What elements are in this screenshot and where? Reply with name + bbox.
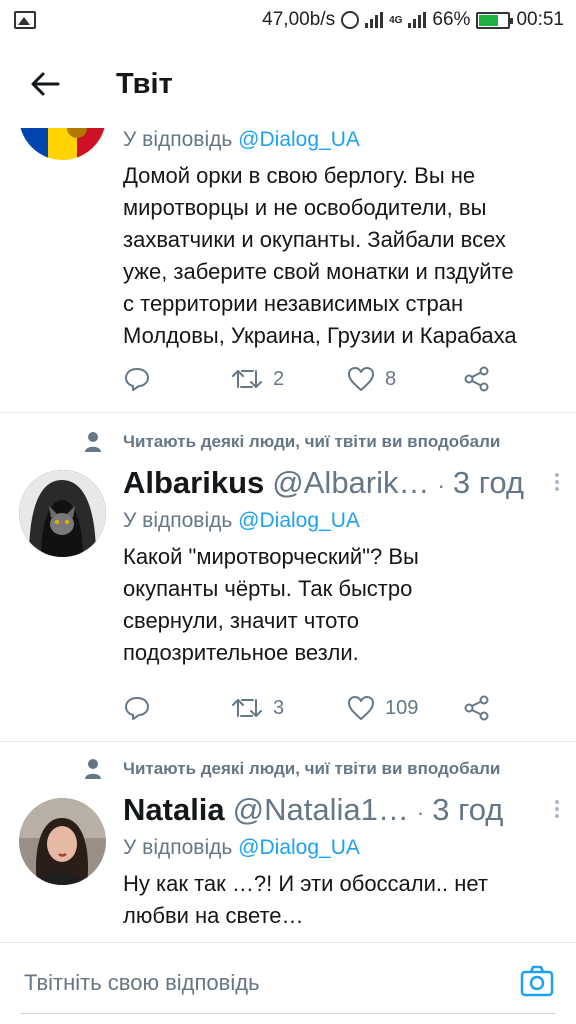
page-title: Твіт bbox=[116, 67, 173, 100]
separator-dot: · bbox=[416, 800, 425, 825]
camera-button[interactable] bbox=[520, 965, 554, 1002]
signal-icon bbox=[365, 12, 384, 28]
retweet-button[interactable]: 2 bbox=[231, 367, 284, 391]
like-button[interactable]: 8 bbox=[347, 366, 396, 392]
flag-avatar-icon bbox=[19, 128, 106, 160]
camera-icon bbox=[520, 965, 554, 997]
timestamp: 3 год bbox=[452, 465, 524, 500]
back-arrow-icon bbox=[31, 72, 60, 96]
tweet-text: Домой орки в свою берлогу. Вы не миротво… bbox=[123, 163, 517, 348]
heart-icon bbox=[348, 367, 374, 391]
display-name[interactable]: Natalia bbox=[123, 792, 225, 828]
mention-link[interactable]: @Dialog_UA bbox=[238, 836, 360, 859]
retweet-count: 2 bbox=[273, 367, 285, 390]
reply-context: У відповідь @Dialog_UA bbox=[123, 832, 563, 864]
tweet-actions: 2 8 bbox=[123, 361, 543, 397]
timestamp: 3 год bbox=[432, 792, 504, 827]
reply-prefix: У відповідь bbox=[123, 128, 233, 151]
avatar[interactable] bbox=[19, 470, 106, 557]
share-icon bbox=[464, 366, 489, 392]
reply-icon bbox=[125, 697, 149, 720]
status-bar: 47,00b/s 4G 66% 00:51 bbox=[0, 0, 576, 40]
reply-button[interactable] bbox=[123, 366, 151, 392]
tweet-header: Natalia @Natalia1… · 3 год bbox=[123, 792, 563, 832]
share-button[interactable] bbox=[463, 366, 491, 392]
more-options-icon[interactable] bbox=[545, 800, 569, 818]
social-context-text: Читають деякі люди, чиї твіти ви вподоба… bbox=[123, 432, 501, 451]
like-count: 8 bbox=[385, 367, 397, 390]
replies-feed: У відповідь @Dialog_UA Домой орки в свою… bbox=[0, 128, 576, 942]
person-icon bbox=[85, 432, 101, 452]
reply-context: У відповідь @Dialog_UA bbox=[123, 505, 563, 537]
clock: 00:51 bbox=[516, 9, 564, 30]
avatar[interactable] bbox=[19, 128, 106, 160]
tweet-header: Albarikus @Albarik… · 3 год bbox=[123, 465, 563, 505]
tweet-actions: 3 109 bbox=[123, 690, 543, 726]
app-bar: Твіт bbox=[0, 40, 576, 128]
network-type: 4G bbox=[389, 14, 403, 26]
retweet-icon bbox=[232, 699, 262, 717]
social-context: Читають деякі люди, чиї твіти ви вподоба… bbox=[0, 754, 576, 784]
retweet-count: 3 bbox=[273, 696, 285, 719]
mention-link[interactable]: @Dialog_UA bbox=[238, 128, 360, 151]
share-button[interactable] bbox=[463, 695, 491, 721]
reply-icon bbox=[125, 368, 149, 391]
avatar[interactable] bbox=[19, 798, 106, 885]
social-context: Читають деякі люди, чиї твіти ви вподоба… bbox=[0, 427, 576, 457]
reply-input[interactable]: Твітніть свою відповідь bbox=[24, 970, 260, 996]
separator-dot: · bbox=[437, 473, 445, 498]
back-button[interactable] bbox=[0, 40, 90, 128]
reply-context: У відповідь @Dialog_UA bbox=[123, 128, 563, 156]
tweet-text: Какой "миротворческий"? Вы окупанты чёрт… bbox=[123, 544, 419, 665]
battery-percent: 66% bbox=[432, 9, 471, 30]
image-notification-icon bbox=[14, 11, 36, 29]
hooded-cat-avatar-icon bbox=[19, 470, 106, 557]
heart-icon bbox=[348, 696, 374, 720]
like-button[interactable]: 109 bbox=[347, 695, 418, 721]
social-context-text: Читають деякі люди, чиї твіти ви вподоба… bbox=[123, 759, 501, 778]
reply-prefix: У відповідь bbox=[123, 836, 233, 859]
divider bbox=[0, 412, 576, 413]
battery-icon bbox=[476, 11, 514, 29]
network-speed: 47,00b/s bbox=[262, 9, 336, 30]
retweet-button[interactable]: 3 bbox=[231, 696, 284, 720]
reply-button[interactable] bbox=[123, 695, 151, 721]
share-icon bbox=[464, 695, 489, 721]
user-handle[interactable]: @Albarik… bbox=[272, 465, 429, 501]
alarm-icon bbox=[341, 11, 360, 29]
person-icon bbox=[85, 759, 101, 779]
woman-avatar-icon bbox=[19, 798, 106, 885]
retweet-icon bbox=[232, 370, 262, 388]
composer-underline bbox=[20, 1013, 556, 1014]
reply-prefix: У відповідь bbox=[123, 509, 233, 532]
tweet-text: Ну как так …?! И эти обоссали.. нет любв… bbox=[123, 871, 488, 928]
display-name[interactable]: Albarikus bbox=[123, 465, 264, 501]
mention-link[interactable]: @Dialog_UA bbox=[238, 509, 360, 532]
signal-icon-2 bbox=[408, 12, 427, 28]
more-options-icon[interactable] bbox=[545, 473, 569, 491]
user-handle[interactable]: @Natalia1… bbox=[233, 792, 409, 828]
divider bbox=[0, 741, 576, 742]
reply-composer[interactable]: Твітніть свою відповідь bbox=[0, 942, 576, 1024]
like-count: 109 bbox=[385, 696, 419, 719]
